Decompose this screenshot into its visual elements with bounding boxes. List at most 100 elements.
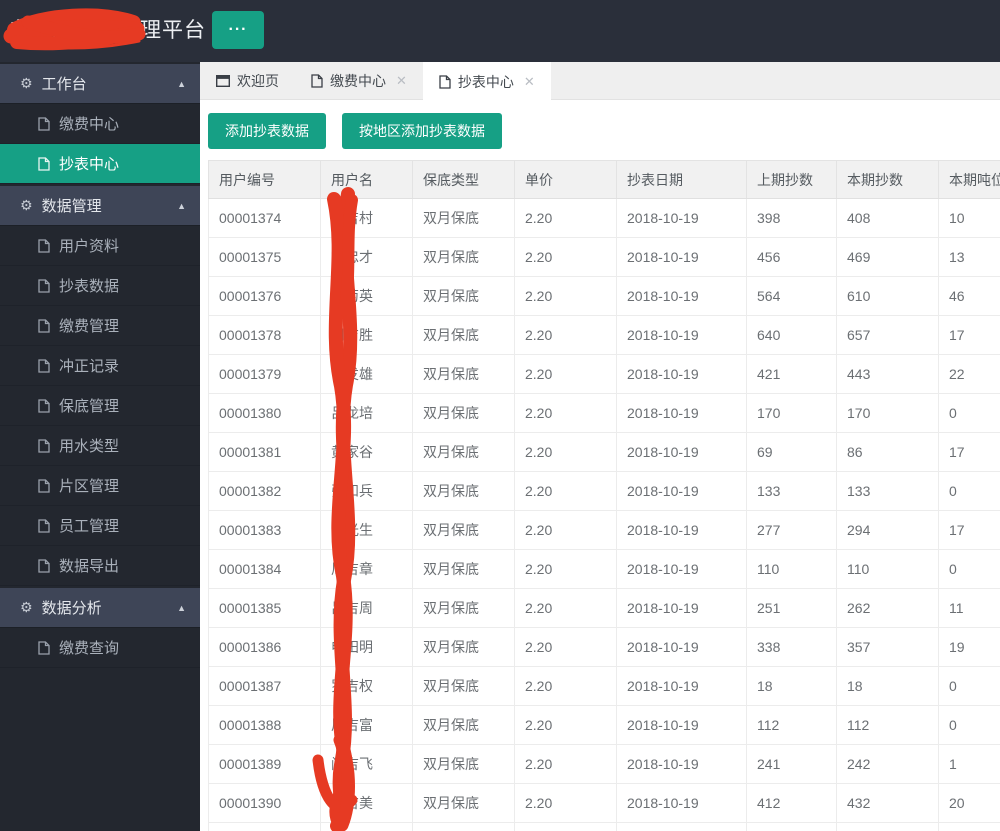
table-row[interactable]: 00001376 肖菊英 双月保底 2.20 2018-10-19 564 610 46 xyxy=(208,276,1000,316)
table-cell xyxy=(616,822,747,831)
table-row[interactable]: 00001387 罗吉权 双月保底 2.20 2018-10-19 18 18 0 xyxy=(208,666,1000,706)
table-cell: 闫吉飞 xyxy=(320,744,413,784)
table-cell: 双月保底 xyxy=(412,237,515,277)
tab-label: 缴费中心 xyxy=(330,73,386,89)
file-icon xyxy=(38,640,50,655)
table-cell: 242 xyxy=(836,744,939,784)
table-row[interactable]: 00001383 马光生 双月保底 2.20 2018-10-19 277 294 17 xyxy=(208,510,1000,550)
sidebar-toggle-button[interactable]: ··· xyxy=(212,11,264,49)
table-cell: 00001388 xyxy=(208,705,321,745)
sidebar-item-缴费查询[interactable]: 缴费查询 xyxy=(0,628,200,668)
file-icon xyxy=(38,116,50,131)
file-icon xyxy=(38,398,50,413)
add-meter-data-button[interactable]: 添加抄表数据 xyxy=(208,113,326,149)
file-icon xyxy=(38,278,50,293)
table-row[interactable]: 00001378 周吉胜 双月保底 2.20 2018-10-19 640 657 17 xyxy=(208,315,1000,355)
sidebar-item-保底管理[interactable]: 保底管理 xyxy=(0,386,200,426)
add-meter-data-by-region-button[interactable]: 按地区添加抄表数据 xyxy=(342,113,502,149)
table-cell: 周吉胜 xyxy=(320,315,413,355)
table-cell: 0 xyxy=(938,471,1000,511)
table-row[interactable]: 00001382 张和兵 双月保底 2.20 2018-10-19 133 133 0 xyxy=(208,471,1000,511)
meter-reading-table: 用户编号 用户名 保底类型 单价 抄表日期 上期抄数 本期抄数 本期吨位 00001374 周吉… xyxy=(208,160,1000,831)
sidebar-item-抄表数据[interactable]: 抄表数据 xyxy=(0,266,200,306)
table-cell: 86 xyxy=(836,432,939,472)
tab-label: 欢迎页 xyxy=(237,73,279,89)
sidebar-item-用水类型[interactable]: 用水类型 xyxy=(0,426,200,466)
sidebar-item-缴费中心[interactable]: 缴费中心 xyxy=(0,104,200,144)
toolbar: 添加抄表数据 按地区添加抄表数据 xyxy=(208,113,502,149)
table-cell: 469 xyxy=(836,237,939,277)
table-row[interactable]: 00001386 申田明 双月保底 2.20 2018-10-19 338 357 19 xyxy=(208,627,1000,667)
table-row[interactable]: 00001381 黄家谷 双月保底 2.20 2018-10-19 69 86 17 xyxy=(208,432,1000,472)
sidebar-item-数据导出[interactable]: 数据导出 xyxy=(0,546,200,586)
table-cell: 357 xyxy=(836,627,939,667)
table-cell: 吕龙培 xyxy=(320,393,413,433)
table-row[interactable]: 00001389 闫吉飞 双月保底 2.20 2018-10-19 241 242 1 xyxy=(208,744,1000,784)
sidebar-item-label: 用户资料 xyxy=(59,238,120,255)
table-cell: 2.20 xyxy=(514,393,617,433)
table-cell: 2.20 xyxy=(514,276,617,316)
sidebar-item-抄表中心[interactable]: 抄表中心 xyxy=(0,144,200,184)
file-icon xyxy=(439,74,451,89)
table-cell: 610 xyxy=(836,276,939,316)
table-row[interactable]: 00001388 周吉富 双月保底 2.20 2018-10-19 112 112 0 xyxy=(208,705,1000,745)
sidebar-item-冲正记录[interactable]: 冲正记录 xyxy=(0,346,200,386)
table-cell: 申田明 xyxy=(320,627,413,667)
table-cell: 2018-10-19 xyxy=(616,237,747,277)
table-cell: 双月保底 xyxy=(412,549,515,589)
table-cell: 00001386 xyxy=(208,627,321,667)
table-cell: 双月保底 xyxy=(412,588,515,628)
table-row[interactable]: 00001385 吕吉周 双月保底 2.20 2018-10-19 251 262 11 xyxy=(208,588,1000,628)
table-row[interactable]: 00001380 吕龙培 双月保底 2.20 2018-10-19 170 170 0 xyxy=(208,393,1000,433)
table-cell: 00001384 xyxy=(208,549,321,589)
gear-icon: ⚙ xyxy=(20,197,33,213)
sidebar-item-缴费管理[interactable]: 缴费管理 xyxy=(0,306,200,346)
table-cell: 双月保底 xyxy=(412,471,515,511)
table-cell: 黄家谷 xyxy=(320,432,413,472)
table-row[interactable]: 00001374 周吉村 双月保底 2.20 2018-10-19 398 408 10 xyxy=(208,198,1000,238)
sidebar-section-1[interactable]: ⚙ 数据管理 ▲ xyxy=(0,186,200,226)
sidebar-section-0[interactable]: ⚙ 工作台 ▲ xyxy=(0,64,200,104)
table-cell: 564 xyxy=(746,276,837,316)
table-cell: 0 xyxy=(938,549,1000,589)
table-row[interactable]: 00001390 罗吉美 双月保底 2.20 2018-10-19 412 432 20 xyxy=(208,783,1000,823)
table-cell: 262 xyxy=(836,588,939,628)
table-cell: 17 xyxy=(938,510,1000,550)
table-cell: 19 xyxy=(938,627,1000,667)
table-row[interactable]: 00001379 肖发雄 双月保底 2.20 2018-10-19 421 443 22 xyxy=(208,354,1000,394)
table-cell: 294 xyxy=(836,510,939,550)
table-cell: 2.20 xyxy=(514,666,617,706)
sidebar-item-员工管理[interactable]: 员工管理 xyxy=(0,506,200,546)
table-cell: 0 xyxy=(938,393,1000,433)
sidebar-item-片区管理[interactable]: 片区管理 xyxy=(0,466,200,506)
column-header-本期吨位: 本期吨位 xyxy=(938,160,1000,199)
tab-缴费中心[interactable]: 缴费中心 ✕ xyxy=(295,62,423,100)
file-icon xyxy=(38,518,50,533)
table-row[interactable]: 00001375 胡忠才 双月保底 2.20 2018-10-19 456 469 13 xyxy=(208,237,1000,277)
file-icon xyxy=(38,558,50,573)
table-cell: 双月保底 xyxy=(412,666,515,706)
table-cell xyxy=(836,822,939,831)
tab-欢迎页[interactable]: 欢迎页 xyxy=(200,62,295,100)
chevron-up-icon: ▲ xyxy=(177,200,186,211)
table-cell: 双月保底 xyxy=(412,276,515,316)
top-header: 自来水数据管理平台 ··· xyxy=(0,0,1000,62)
sidebar-item-label: 缴费查询 xyxy=(59,640,120,657)
table-cell: 双月保底 xyxy=(412,627,515,667)
table-row[interactable]: 00001384 周吉章 双月保底 2.20 2018-10-19 110 110 0 xyxy=(208,549,1000,589)
table-cell: 00001390 xyxy=(208,783,321,823)
table-cell: 2018-10-19 xyxy=(616,471,747,511)
table-cell xyxy=(746,822,837,831)
sidebar-item-用户资料[interactable]: 用户资料 xyxy=(0,226,200,266)
table-cell: 1 xyxy=(938,744,1000,784)
column-header-抄表日期: 抄表日期 xyxy=(616,160,747,199)
table-cell: 00001385 xyxy=(208,588,321,628)
tab-抄表中心[interactable]: 抄表中心 ✕ xyxy=(422,62,551,101)
close-icon[interactable]: ✕ xyxy=(396,73,407,89)
table-cell: 133 xyxy=(836,471,939,511)
sidebar-section-2[interactable]: ⚙ 数据分析 ▲ xyxy=(0,588,200,628)
close-icon[interactable]: ✕ xyxy=(524,74,535,90)
table-cell: 251 xyxy=(746,588,837,628)
table-cell: 2018-10-19 xyxy=(616,627,747,667)
table-cell: 657 xyxy=(836,315,939,355)
